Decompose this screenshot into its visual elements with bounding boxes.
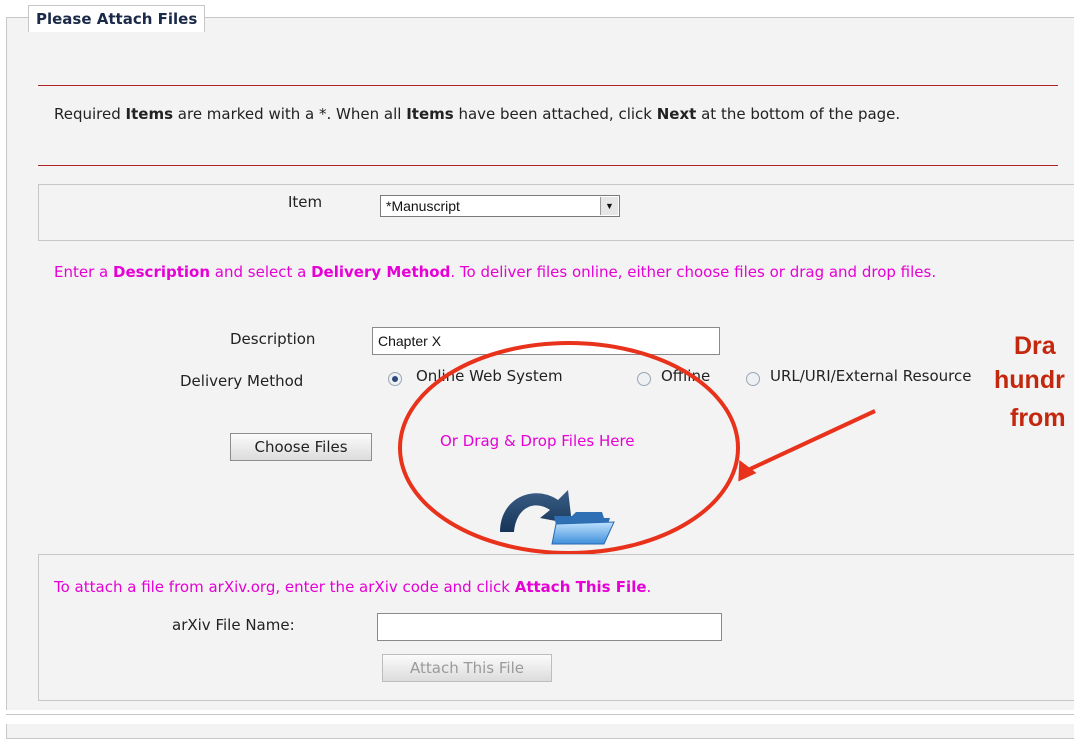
bottom-divider	[38, 165, 1058, 166]
delivery-instructions: Enter a Description and select a Deliver…	[54, 263, 937, 281]
arxiv-file-name-field[interactable]	[377, 613, 722, 641]
callout-text-line1: Dra	[1014, 332, 1056, 360]
callout-text-line3: from	[1010, 404, 1066, 432]
arxiv-instructions: To attach a file from arXiv.org, enter t…	[54, 578, 652, 596]
item-select-value: *Manuscript	[386, 198, 460, 214]
attach-this-file-button[interactable]: Attach This File	[382, 654, 552, 682]
choose-files-button[interactable]: Choose Files	[230, 433, 372, 461]
drop-zone-highlight-circle	[398, 341, 740, 555]
description-label: Description	[230, 330, 316, 348]
required-items-instructions: Required Items are marked with a *. When…	[54, 105, 901, 123]
item-select[interactable]: *Manuscript ▼	[380, 195, 620, 217]
delivery-method-label: Delivery Method	[180, 372, 304, 390]
select-arrow-icon[interactable]: ▼	[600, 197, 618, 215]
top-divider	[38, 85, 1058, 86]
fieldset-legend: Please Attach Files	[28, 5, 206, 32]
arxiv-file-name-label: arXiv File Name:	[172, 616, 295, 634]
item-label: Item	[288, 193, 323, 211]
page-bottom-margin	[0, 710, 1074, 724]
panel-bottom-border	[6, 714, 1074, 715]
option-url-uri: URL/URI/External Resource	[770, 367, 972, 385]
radio-url-uri[interactable]	[746, 372, 760, 386]
callout-arrow	[738, 409, 876, 482]
callout-text-line2: hundr	[994, 366, 1065, 394]
